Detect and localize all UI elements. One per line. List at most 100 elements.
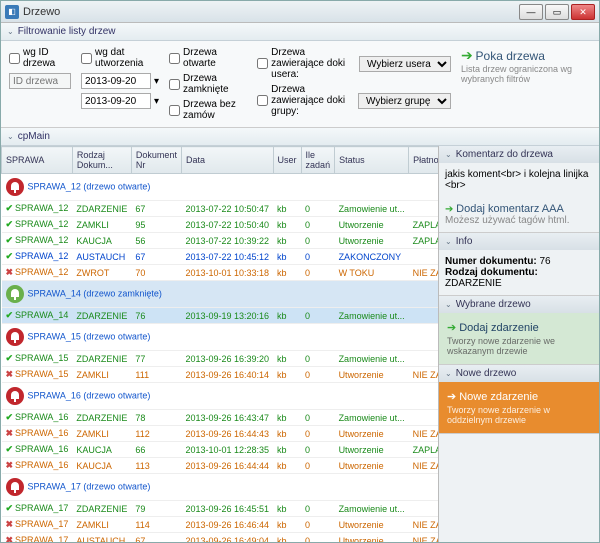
- chk-otwarte[interactable]: [169, 53, 180, 64]
- dodaj-kom-title: Dodaj komentarz AAA: [456, 203, 564, 215]
- x-icon: ✖: [6, 460, 14, 470]
- table-row[interactable]: ✖SPRAWA_16ZAMKLI1122013-09-26 16:44:43kb…: [2, 426, 440, 442]
- side-panel: ⌄Komentarz do drzewa jakis koment<br> i …: [439, 146, 599, 542]
- check-icon: ✔: [6, 353, 14, 363]
- tree-icon: [6, 387, 24, 405]
- lbl-bezzam: Drzewa bez zamów: [183, 99, 247, 121]
- filter-body: wg ID drzewa wg dat utworzenia ▾ ▾ Drzew…: [1, 41, 599, 128]
- chk-wg-dat[interactable]: [81, 53, 92, 64]
- lbl-wg-dat: wg dat utworzenia: [95, 47, 159, 69]
- x-icon: ✖: [6, 535, 14, 542]
- check-icon: ✔: [6, 235, 14, 245]
- group-row[interactable]: SPRAWA_15 (drzewo otwarte): [2, 324, 440, 351]
- dodaj-komentarz-action[interactable]: ➔ Dodaj komentarz AAA Możesz używać tagó…: [439, 197, 599, 232]
- cpmain-header[interactable]: ⌄ cpMain: [1, 128, 599, 146]
- lbl-user: Drzewa zawierające doki usera:: [271, 47, 356, 80]
- table-row[interactable]: ✔SPRAWA_16KAUCJA662013-10-01 12:28:35kb0…: [2, 442, 440, 458]
- info-rodzaj-val: ZDARZENIE: [445, 278, 502, 289]
- check-icon: ✔: [6, 503, 14, 513]
- data-grid: SPRAWA Rodzaj Dokum... Dokument Nr Data …: [1, 146, 439, 542]
- chk-grupy[interactable]: [257, 95, 268, 106]
- col-zadan[interactable]: Ile zadań: [301, 147, 335, 174]
- x-icon: ✖: [6, 428, 14, 438]
- group-row[interactable]: SPRAWA_17 (drzewo otwarte): [2, 474, 440, 501]
- poka-action[interactable]: ➔ Poka drzewa Lista drzew ograniczona wg…: [461, 47, 591, 121]
- chk-zamkniete[interactable]: [169, 79, 180, 90]
- nowe-zdarzenie-action[interactable]: ➔Nowe zdarzenie Tworzy nowe zdarzenie w …: [439, 382, 599, 433]
- chk-bezzam[interactable]: [169, 105, 180, 116]
- chevron-icon: ⌄: [445, 300, 452, 309]
- table-row[interactable]: ✔SPRAWA_12ZDARZENIE672013-07-22 10:50:47…: [2, 201, 440, 217]
- col-platnosc[interactable]: Płatność: [409, 147, 439, 174]
- arrow-right-icon: ➔: [447, 391, 456, 403]
- lbl-zamkniete: Drzewa zamknięte: [183, 73, 247, 95]
- table-row[interactable]: ✖SPRAWA_17AUSTAUCH672013-09-26 16:49:04k…: [2, 533, 440, 543]
- group-row[interactable]: SPRAWA_14 (drzewo zamknięte): [2, 281, 440, 308]
- chevron-icon: ⌄: [445, 237, 452, 246]
- lbl-grupy: Drzewa zawierające doki grupy:: [271, 84, 355, 117]
- nowe-header[interactable]: ⌄Nowe drzewo: [439, 365, 599, 382]
- table-row[interactable]: ✔SPRAWA_17ZDARZENIE792013-09-26 16:45:51…: [2, 501, 440, 517]
- nowe-zd-sub: Tworzy nowe zdarzenie w oddzielnym drzew…: [447, 405, 591, 425]
- x-icon: ✖: [6, 369, 14, 379]
- table-row[interactable]: ✔SPRAWA_14ZDARZENIE762013-09-19 13:20:16…: [2, 308, 440, 324]
- date-to[interactable]: [81, 93, 151, 109]
- col-data[interactable]: Data: [181, 147, 273, 174]
- group-row[interactable]: SPRAWA_12 (drzewo otwarte): [2, 174, 440, 201]
- arrow-right-icon: ➔: [447, 322, 456, 334]
- filter-panel-header[interactable]: ⌄ Filtrowanie listy drzew: [1, 23, 599, 41]
- tree-icon: [6, 285, 24, 303]
- table-row[interactable]: ✔SPRAWA_12AUSTAUCH672013-07-22 10:45:12k…: [2, 249, 440, 265]
- calendar-icon[interactable]: ▾: [154, 76, 159, 87]
- col-status[interactable]: Status: [335, 147, 409, 174]
- info-numer-val: 76: [539, 256, 550, 267]
- table-row[interactable]: ✔SPRAWA_12ZAMKLI952013-07-22 10:50:40kb0…: [2, 217, 440, 233]
- tree-icon: [6, 178, 24, 196]
- app-icon: ◧: [5, 5, 19, 19]
- col-sprawa[interactable]: SPRAWA: [2, 147, 73, 174]
- table-row[interactable]: ✖SPRAWA_15ZAMKLI1112013-09-26 16:40:14kb…: [2, 367, 440, 383]
- col-rodzaj[interactable]: Rodzaj Dokum...: [72, 147, 131, 174]
- check-icon: ✔: [6, 444, 14, 454]
- table-row[interactable]: ✖SPRAWA_17ZAMKLI1142013-09-26 16:46:44kb…: [2, 517, 440, 533]
- check-icon: ✔: [6, 251, 14, 261]
- calendar-icon[interactable]: ▾: [154, 96, 159, 107]
- chk-user[interactable]: [257, 58, 268, 69]
- info-numer-lbl: Numer dokumentu:: [445, 256, 537, 267]
- table-row[interactable]: ✔SPRAWA_12KAUCJA562013-07-22 10:39:22kb0…: [2, 233, 440, 249]
- chevron-icon: ⌄: [445, 150, 452, 159]
- nowe-zd-title: Nowe zdarzenie: [459, 391, 538, 403]
- date-from[interactable]: [81, 73, 151, 89]
- info-rodzaj-lbl: Rodzaj dokumentu:: [445, 267, 538, 278]
- filter-header-label: Filtrowanie listy drzew: [18, 26, 116, 37]
- chk-wg-id[interactable]: [9, 53, 20, 64]
- table-row[interactable]: ✖SPRAWA_12ZWROT702013-10-01 10:33:18kb0W…: [2, 265, 440, 281]
- lbl-otwarte: Drzewa otwarte: [183, 47, 247, 69]
- close-button[interactable]: ✕: [571, 4, 595, 20]
- table-row[interactable]: ✖SPRAWA_16KAUCJA1132013-09-26 16:44:44kb…: [2, 458, 440, 474]
- titlebar[interactable]: ◧ Drzewo — ▭ ✕: [1, 1, 599, 23]
- minimize-button[interactable]: —: [519, 4, 543, 20]
- sel-user[interactable]: Wybierz usera: [359, 56, 451, 72]
- info-header[interactable]: ⌄Info: [439, 233, 599, 250]
- tree-icon: [6, 328, 24, 346]
- group-row[interactable]: SPRAWA_16 (drzewo otwarte): [2, 383, 440, 410]
- sel-grupy[interactable]: Wybierz grupę: [358, 93, 451, 109]
- col-doknr[interactable]: Dokument Nr: [131, 147, 181, 174]
- chevron-icon: ⌄: [445, 369, 452, 378]
- dodaj-zdarzenie-action[interactable]: ➔Dodaj zdarzenie Tworzy nowe zdarzenie w…: [439, 313, 599, 364]
- arrow-right-icon: ➔: [461, 47, 473, 63]
- wybrane-header[interactable]: ⌄Wybrane drzewo: [439, 296, 599, 313]
- table-row[interactable]: ✔SPRAWA_15ZDARZENIE772013-09-26 16:39:20…: [2, 351, 440, 367]
- komentarz-header[interactable]: ⌄Komentarz do drzewa: [439, 146, 599, 163]
- maximize-button[interactable]: ▭: [545, 4, 569, 20]
- poka-sub: Lista drzew ograniczona wg wybranych fil…: [461, 64, 591, 84]
- grid-scroll[interactable]: SPRAWA Rodzaj Dokum... Dokument Nr Data …: [1, 146, 439, 542]
- window: ◧ Drzewo — ▭ ✕ ⌄ Filtrowanie listy drzew…: [0, 0, 600, 543]
- input-id-drzewa[interactable]: [9, 73, 71, 89]
- col-user[interactable]: User: [273, 147, 301, 174]
- komentarz-body: jakis koment<br> i kolejna linijka <br>: [439, 163, 599, 197]
- table-row[interactable]: ✔SPRAWA_16ZDARZENIE782013-09-26 16:43:47…: [2, 410, 440, 426]
- x-icon: ✖: [6, 519, 14, 529]
- x-icon: ✖: [6, 267, 14, 277]
